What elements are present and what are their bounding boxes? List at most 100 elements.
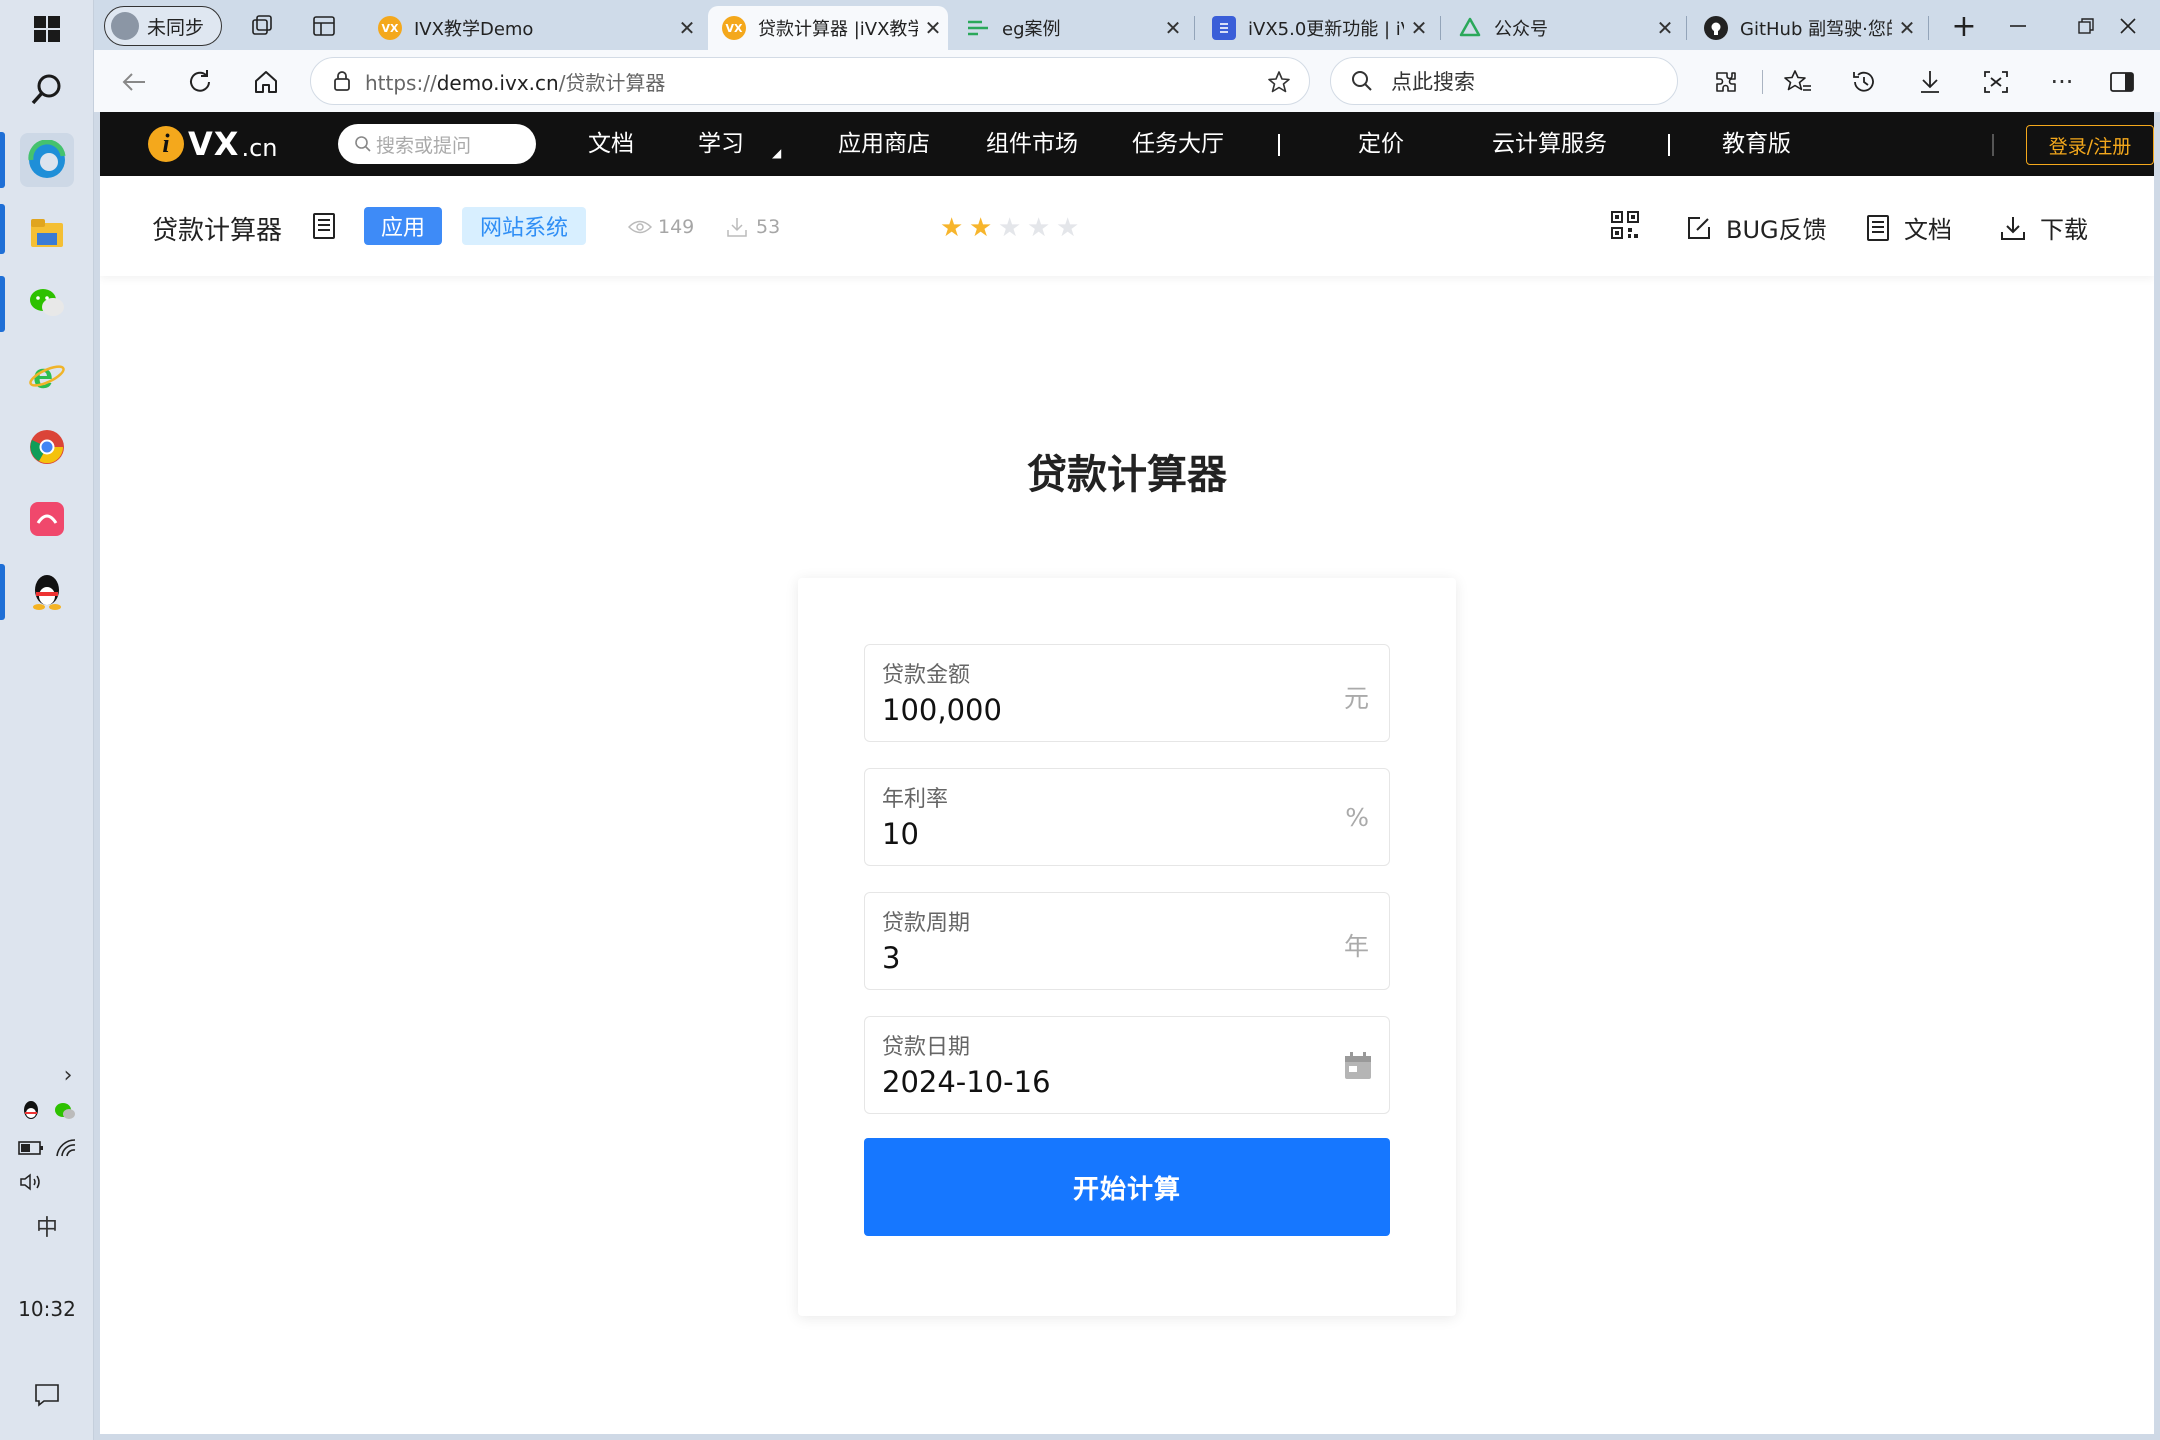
close-icon[interactable]: ✕ <box>918 16 948 40</box>
qq-tray-icon[interactable] <box>18 1098 44 1124</box>
ivx-favicon: VX <box>722 16 746 40</box>
nav-link-pricing[interactable]: 定价 <box>1358 112 1404 176</box>
tab-title: 贷款计算器 |iVX教学 <box>758 19 918 40</box>
tab-github-copilot[interactable]: GitHub 副驾驶·您的 ✕ <box>1690 6 1922 50</box>
nav-link-cloud[interactable]: 云计算服务 <box>1492 112 1607 176</box>
nav-link-component-market[interactable]: 组件市场 <box>986 112 1078 176</box>
bug-feedback-button[interactable]: BUG反馈 <box>1686 210 1827 245</box>
download-icon <box>2001 216 2025 240</box>
tab-official-account[interactable]: 公众号 ✕ <box>1444 6 1680 50</box>
qr-code-icon <box>1611 211 1639 239</box>
field-label: 贷款金额 <box>882 663 971 688</box>
qr-code-button[interactable] <box>1610 210 1640 240</box>
nav-link-app-store[interactable]: 应用商店 <box>838 112 930 176</box>
chrome-icon[interactable] <box>20 420 74 474</box>
edge-browser-icon[interactable] <box>20 133 74 187</box>
chevron-right-icon[interactable]: › <box>56 1060 80 1090</box>
nav-link-education[interactable]: 教育版 <box>1722 112 1791 176</box>
tag-app[interactable]: 应用 <box>364 207 442 245</box>
system-clock[interactable]: 10:32 <box>0 1297 94 1321</box>
loan-date-field[interactable]: 贷款日期 2024-10-16 <box>864 1016 1390 1114</box>
extensions-icon[interactable] <box>1704 60 1748 104</box>
loan-amount-field[interactable]: 贷款金额 100,000 元 <box>864 644 1390 742</box>
eye-icon <box>628 220 652 234</box>
sidebar-toggle-icon[interactable] <box>2100 60 2144 104</box>
nav-link-docs[interactable]: 文档 <box>588 112 634 176</box>
ie-browser-icon[interactable]: e <box>20 348 74 402</box>
browser-search-box[interactable]: 点此搜索 <box>1330 57 1678 105</box>
profile-button[interactable]: 未同步 <box>104 6 222 46</box>
caret-down-icon[interactable]: ◢ <box>772 146 781 160</box>
windows-taskbar: e › 中 10:32 <box>0 0 94 1440</box>
file-explorer-icon[interactable] <box>20 206 74 260</box>
music-app-icon[interactable] <box>20 492 74 546</box>
wifi-icon[interactable] <box>52 1136 80 1160</box>
wechat-tray-icon[interactable] <box>52 1098 78 1124</box>
edit-icon <box>1688 216 1710 239</box>
refresh-icon[interactable] <box>178 60 222 104</box>
tab-eg-cases[interactable]: eg案例 ✕ <box>952 6 1188 50</box>
wechat-icon[interactable] <box>20 276 74 330</box>
download-icon <box>727 218 747 237</box>
calendar-icon[interactable] <box>1343 1051 1373 1085</box>
new-tab-button[interactable]: + <box>1942 8 1986 44</box>
address-bar[interactable]: https://demo.ivx.cn/贷款计算器 <box>310 57 1310 105</box>
download-count-value: 53 <box>756 216 781 238</box>
logo-badge: i <box>148 126 184 162</box>
more-menu-icon[interactable]: ··· <box>2040 60 2084 104</box>
field-label: 贷款周期 <box>882 911 971 936</box>
close-icon[interactable]: ✕ <box>1650 16 1680 40</box>
tag-website-system[interactable]: 网站系统 <box>462 207 586 245</box>
tab-title: iVX5.0更新功能 | iV <box>1248 19 1404 40</box>
history-icon[interactable] <box>1842 60 1886 104</box>
docs-button[interactable]: 文档 <box>1866 210 1952 245</box>
field-value[interactable]: 100,000 <box>882 693 1002 727</box>
field-value[interactable]: 2024-10-16 <box>882 1065 1051 1099</box>
field-value[interactable]: 3 <box>882 941 900 975</box>
field-value[interactable]: 10 <box>882 817 919 851</box>
search-icon <box>355 136 371 152</box>
close-icon[interactable]: ✕ <box>672 16 702 40</box>
screenshot-icon[interactable] <box>1974 60 2018 104</box>
tab-loan-calculator[interactable]: VX 贷款计算器 |iVX教学 ✕ <box>708 6 948 50</box>
start-calculation-button[interactable]: 开始计算 <box>864 1138 1390 1236</box>
nav-link-task-hall[interactable]: 任务大厅 <box>1132 112 1224 176</box>
loan-term-field[interactable]: 贷款周期 3 年 <box>864 892 1390 990</box>
back-icon[interactable] <box>112 60 156 104</box>
notification-icon[interactable] <box>30 1380 64 1410</box>
ivx-logo[interactable]: i VX .cn <box>148 125 278 163</box>
battery-icon[interactable] <box>16 1136 46 1160</box>
close-icon[interactable]: ✕ <box>1158 16 1188 40</box>
lock-icon[interactable] <box>333 70 351 92</box>
minimize-button[interactable] <box>1988 4 2048 48</box>
close-icon[interactable]: ✕ <box>1404 16 1434 40</box>
logo-suffix: .cn <box>241 134 278 162</box>
tab-ivx5-update[interactable]: iVX5.0更新功能 | iV ✕ <box>1198 6 1434 50</box>
close-icon[interactable]: ✕ <box>1892 16 1922 40</box>
login-register-button[interactable]: 登录/注册 <box>2026 125 2154 165</box>
annual-rate-field[interactable]: 年利率 10 % <box>864 768 1390 866</box>
download-button[interactable]: 下载 <box>2000 210 2088 245</box>
volume-icon[interactable] <box>16 1170 46 1194</box>
workspaces-icon[interactable] <box>244 10 280 42</box>
windows-start-icon[interactable] <box>20 2 74 56</box>
nav-link-learn[interactable]: 学习 <box>698 112 744 176</box>
qq-icon[interactable] <box>20 564 74 618</box>
search-icon[interactable] <box>20 62 74 116</box>
download-icon[interactable] <box>1908 60 1952 104</box>
tab-ivx-demo[interactable]: VX IVX教学Demo ✕ <box>364 6 702 50</box>
document-icon[interactable] <box>312 212 336 244</box>
url-text[interactable]: https://demo.ivx.cn/贷款计算器 <box>365 67 665 96</box>
vertical-tabs-icon[interactable] <box>306 10 342 42</box>
favorite-star-icon[interactable] <box>1267 70 1291 98</box>
bug-feedback-label: BUG反馈 <box>1726 216 1827 244</box>
field-unit: 年 <box>1343 932 1369 961</box>
favorites-icon[interactable] <box>1776 60 1820 104</box>
close-window-button[interactable] <box>2100 4 2156 48</box>
site-search-input[interactable]: 搜索或提问 <box>338 124 536 164</box>
home-icon[interactable] <box>244 60 288 104</box>
ime-indicator[interactable]: 中 <box>30 1210 64 1242</box>
leaf-favicon <box>1458 16 1482 40</box>
active-app-indicator <box>0 564 5 620</box>
tab-title: eg案例 <box>1002 19 1061 40</box>
